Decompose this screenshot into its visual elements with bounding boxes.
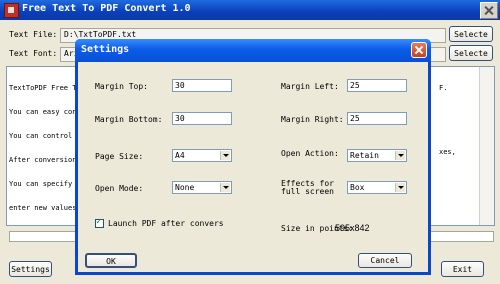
margin-left-label: Margin Left: xyxy=(281,82,339,91)
main-title-bar: Free Text To PDF Convert 1.0 xyxy=(0,0,500,20)
margin-top-label: Margin Top: xyxy=(95,82,148,91)
margin-right-label: Margin Right: xyxy=(281,115,344,124)
margin-bottom-input[interactable]: 30 xyxy=(172,112,232,125)
chevron-down-icon[interactable] xyxy=(220,183,230,192)
size-points-value: 595x842 xyxy=(335,223,370,233)
dialog-title-bar: Settings xyxy=(75,39,431,62)
dialog-body: Margin Top: 30 Margin Left: 25 Margin Bo… xyxy=(78,62,428,272)
margin-right-input[interactable]: 25 xyxy=(347,112,407,125)
chevron-down-icon[interactable] xyxy=(220,151,230,160)
open-action-value: Retain xyxy=(350,151,379,160)
open-mode-value: None xyxy=(175,183,195,192)
chevron-down-icon[interactable] xyxy=(395,151,405,160)
cancel-button[interactable]: Cancel xyxy=(358,253,412,268)
page-size-select[interactable]: A4 xyxy=(172,149,232,162)
dialog-title: Settings xyxy=(81,44,130,55)
margin-bottom-label: Margin Bottom: xyxy=(95,115,163,124)
select-file-button[interactable]: Selecte xyxy=(449,26,493,42)
margin-top-input[interactable]: 30 xyxy=(172,79,232,92)
memo-line-right: F. xyxy=(439,84,448,92)
exit-button[interactable]: Exit xyxy=(441,261,484,277)
text-font-label: Text Font: xyxy=(9,49,58,58)
launch-pdf-checkbox[interactable] xyxy=(95,217,104,228)
text-file-value: D:\TxtToPDF.txt xyxy=(64,30,137,39)
launch-pdf-label: Launch PDF after convers xyxy=(108,219,224,228)
select-font-button[interactable]: Selecte xyxy=(449,45,493,61)
app-icon xyxy=(4,3,19,18)
open-mode-label: Open Mode: xyxy=(95,184,144,193)
open-action-label: Open Action: xyxy=(281,149,339,158)
main-window-title: Free Text To PDF Convert 1.0 xyxy=(22,3,191,14)
chevron-down-icon[interactable] xyxy=(395,183,405,192)
memo-scrollbar[interactable] xyxy=(479,67,494,225)
settings-dialog: Settings Margin Top: 30 Margin Left: 25 … xyxy=(75,39,431,275)
ok-button[interactable]: OK xyxy=(85,253,137,268)
open-action-select[interactable]: Retain xyxy=(347,149,407,162)
text-file-label: Text File: xyxy=(9,30,58,39)
memo-line-right: xes, xyxy=(439,148,456,156)
settings-button[interactable]: Settings xyxy=(9,261,52,277)
effects-value: Box xyxy=(350,183,365,192)
page-size-label: Page Size: xyxy=(95,152,144,161)
page-size-value: A4 xyxy=(175,151,185,160)
main-close-icon[interactable] xyxy=(480,2,498,19)
margin-left-input[interactable]: 25 xyxy=(347,79,407,92)
effects-label-line2: full screen xyxy=(281,187,334,196)
dialog-close-icon[interactable] xyxy=(411,42,427,58)
open-mode-select[interactable]: None xyxy=(172,181,232,194)
effects-select[interactable]: Box xyxy=(347,181,407,194)
